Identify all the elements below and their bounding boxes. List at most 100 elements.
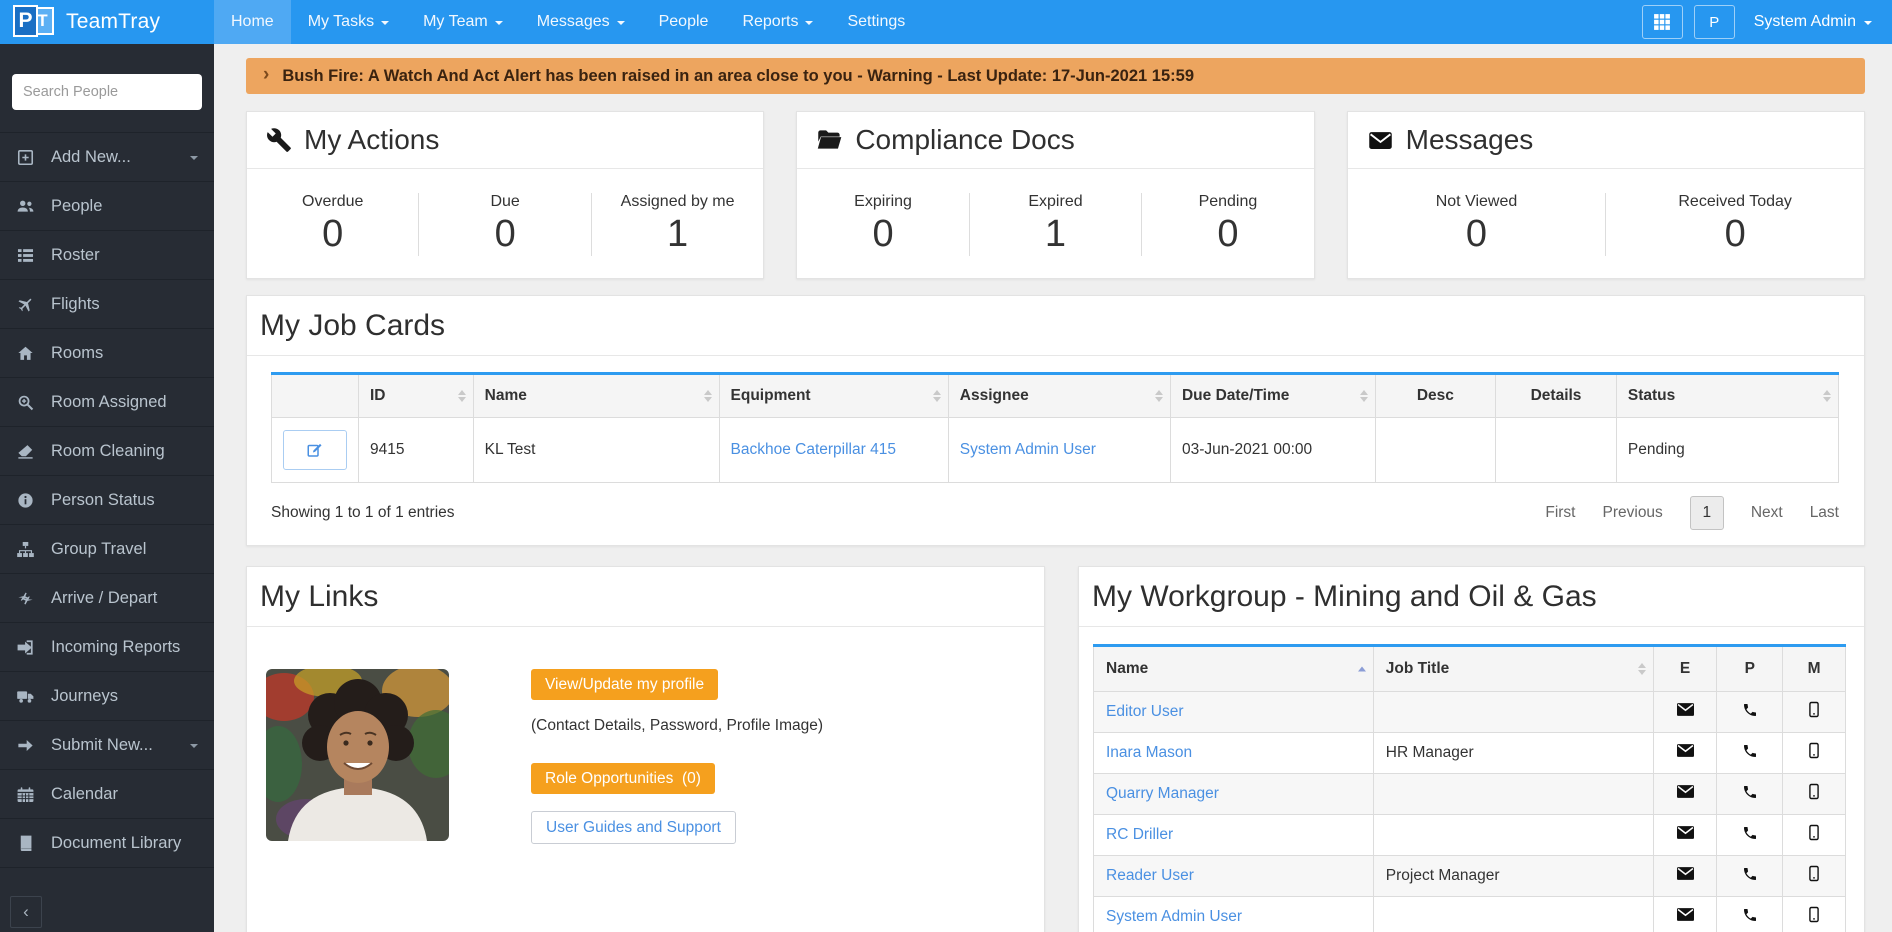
edit-job-card-button[interactable] [283,430,347,470]
nav-item-my-team[interactable]: My Team [406,0,520,44]
sidebar-item-incoming-reports[interactable]: Incoming Reports [0,623,214,672]
nav-item-my-tasks[interactable]: My Tasks [291,0,406,44]
apps-grid-button[interactable] [1642,5,1683,39]
mobile-icon[interactable] [1807,865,1821,882]
pagination-page-1[interactable]: 1 [1690,496,1724,530]
nav-item-messages[interactable]: Messages [520,0,642,44]
envelope-icon[interactable] [1677,866,1694,881]
phone-icon[interactable] [1742,907,1758,923]
person-link[interactable]: Editor User [1106,703,1184,720]
page-section-title: My Links [247,567,1044,627]
sort-icon [933,390,941,402]
pagination-first[interactable]: First [1545,504,1575,522]
col-due[interactable]: Due Date/Time [1170,374,1375,418]
sort-icon [1360,390,1368,402]
profile-initial-button[interactable]: P [1694,5,1735,39]
cell-id: 9415 [359,418,474,483]
envelope-icon[interactable] [1677,702,1694,717]
person-link[interactable]: RC Driller [1106,826,1173,843]
person-link[interactable]: Quarry Manager [1106,785,1219,802]
envelope-icon[interactable] [1677,907,1694,922]
col-equipment[interactable]: Equipment [719,374,948,418]
envelope-icon[interactable] [1677,784,1694,799]
stat-cards-row: My Actions Overdue 0 Due 0 Assigned by m… [246,111,1865,279]
phone-icon[interactable] [1742,866,1758,882]
mobile-icon[interactable] [1807,824,1821,841]
sidebar-item-calendar[interactable]: Calendar [0,770,214,819]
planes-icon [15,588,35,608]
col-job-title[interactable]: Job Title [1373,646,1653,692]
phone-icon[interactable] [1742,702,1758,718]
col-details: Details [1496,374,1617,418]
card-title: Compliance Docs [855,124,1074,156]
pagination-last[interactable]: Last [1810,504,1839,522]
col-id[interactable]: ID [359,374,474,418]
col-email: E [1653,646,1717,692]
table-summary: Showing 1 to 1 of 1 entries [271,504,455,522]
nav-item-reports[interactable]: Reports [725,0,830,44]
col-phone: P [1717,646,1783,692]
role-opportunities-button[interactable]: Role Opportunities (0) [531,763,715,794]
stat-expiring: Expiring 0 [797,193,968,256]
sidebar-item-arrive-depart[interactable]: Arrive / Depart [0,574,214,623]
table-row: System Admin User [1094,897,1846,932]
sidebar-item-person-status[interactable]: Person Status [0,476,214,525]
arrow-right-icon [15,735,35,755]
mobile-icon[interactable] [1807,742,1821,759]
nav-item-settings[interactable]: Settings [830,0,922,44]
view-update-profile-button[interactable]: View/Update my profile [531,669,718,700]
col-name[interactable]: Name [473,374,719,418]
chevron-down-icon [190,156,198,160]
sidebar-item-group-travel[interactable]: Group Travel [0,525,214,574]
sidebar-item-journeys[interactable]: Journeys [0,672,214,721]
col-name[interactable]: Name [1094,646,1374,692]
sidebar-item-roster[interactable]: Roster [0,231,214,280]
sidebar-item-submit-new[interactable]: Submit New... [0,721,214,770]
phone-icon[interactable] [1742,743,1758,759]
phone-icon[interactable] [1742,825,1758,841]
sidebar-item-add-new[interactable]: Add New... [0,133,214,182]
brand[interactable]: T P TeamTray [0,0,214,44]
card-title: Messages [1406,124,1534,156]
alert-banner[interactable]: › Bush Fire: A Watch And Act Alert has b… [246,58,1865,94]
sidebar-item-document-library[interactable]: Document Library [0,819,214,868]
table-row: 9415 KL Test Backhoe Caterpillar 415 Sys… [272,418,1839,483]
assignee-link[interactable]: System Admin User [960,441,1096,458]
eraser-icon [15,441,35,461]
page-section-title: My Workgroup - Mining and Oil & Gas [1079,567,1864,627]
my-links-panel: My Links [246,566,1045,932]
nav-item-home[interactable]: Home [214,0,291,44]
sidebar-item-rooms[interactable]: Rooms [0,329,214,378]
sort-icon [704,390,712,402]
sidebar-collapse-button[interactable]: ‹ [10,896,42,928]
nav-right: P System Admin [1642,0,1892,44]
mobile-icon[interactable] [1807,701,1821,718]
sidebar-item-flights[interactable]: Flights [0,280,214,329]
mobile-icon[interactable] [1807,906,1821,923]
nav-item-people[interactable]: People [642,0,726,44]
profile-note: (Contact Details, Password, Profile Imag… [531,717,823,735]
pagination-next[interactable]: Next [1751,504,1783,522]
person-link[interactable]: Reader User [1106,867,1194,884]
col-status[interactable]: Status [1616,374,1838,418]
user-menu[interactable]: System Admin [1746,13,1872,31]
stat-assigned-by-me: Assigned by me 1 [591,193,763,256]
alert-text: Bush Fire: A Watch And Act Alert has bee… [282,67,1194,86]
person-link[interactable]: System Admin User [1106,908,1242,925]
sidebar-item-room-cleaning[interactable]: Room Cleaning [0,427,214,476]
search-input[interactable] [12,74,202,110]
phone-icon[interactable] [1742,784,1758,800]
sidebar-item-people[interactable]: People [0,182,214,231]
user-guides-button[interactable]: User Guides and Support [531,811,736,844]
envelope-icon[interactable] [1677,825,1694,840]
sidebar-item-room-assigned[interactable]: Room Assigned [0,378,214,427]
envelope-icon[interactable] [1677,743,1694,758]
sort-icon [1155,390,1163,402]
col-assignee[interactable]: Assignee [948,374,1170,418]
pagination-previous[interactable]: Previous [1603,504,1663,522]
table-row: RC Driller [1094,815,1846,856]
person-link[interactable]: Inara Mason [1106,744,1192,761]
equipment-link[interactable]: Backhoe Caterpillar 415 [731,441,896,458]
main-content: › Bush Fire: A Watch And Act Alert has b… [214,44,1892,932]
mobile-icon[interactable] [1807,783,1821,800]
